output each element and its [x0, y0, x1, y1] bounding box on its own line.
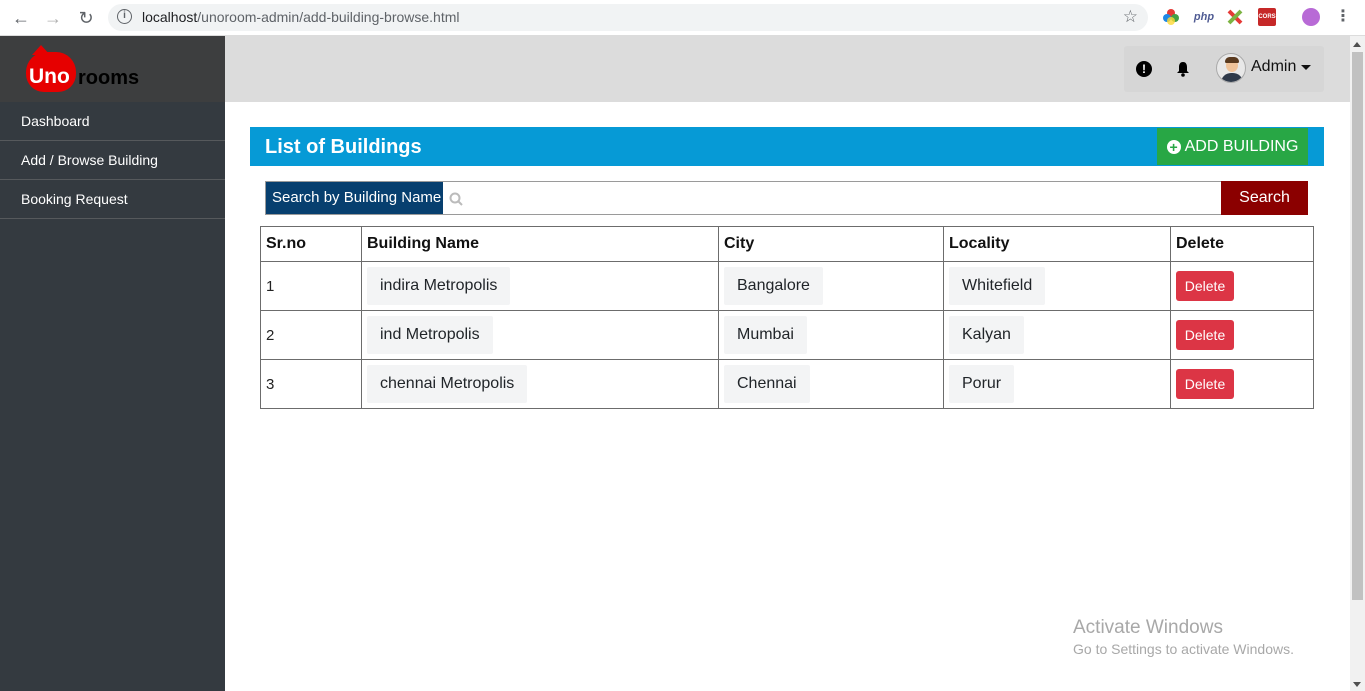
city-cell: Mumbai	[718, 310, 944, 360]
city-value: Chennai	[724, 365, 810, 403]
locality-cell: Kalyan	[943, 310, 1171, 360]
locality-cell: Porur	[943, 359, 1171, 409]
sidebar-item-add-browse-building[interactable]: Add / Browse Building	[0, 141, 225, 180]
srno-cell: 1	[260, 261, 362, 311]
cors-extension-icon[interactable]: CORS	[1258, 8, 1276, 26]
table-row: 1 indira Metropolis Bangalore Whitefield…	[260, 261, 1314, 311]
menu-kebab-icon[interactable]: ⋮	[1334, 8, 1352, 26]
brand-logo[interactable]: Uno rooms	[0, 36, 225, 102]
building-name-cell: indira Metropolis	[361, 261, 719, 311]
building-name-cell: ind Metropolis	[361, 310, 719, 360]
scroll-thumb[interactable]	[1352, 52, 1363, 600]
locality-value: Kalyan	[949, 316, 1024, 354]
building-name-value: indira Metropolis	[367, 267, 511, 305]
delete-button[interactable]: Delete	[1176, 271, 1234, 301]
city-cell: Bangalore	[718, 261, 944, 311]
profile-extension-icon[interactable]	[1302, 8, 1320, 26]
user-name-dropdown[interactable]: Admin	[1251, 58, 1296, 76]
scroll-down-arrow-icon[interactable]	[1353, 682, 1361, 687]
navbar-user-area: ! Admin	[1124, 46, 1324, 92]
add-building-label: ADD BUILDING	[1184, 138, 1299, 155]
buildings-table: Sr.no Building Name City Locality Delete…	[260, 226, 1314, 409]
table-header-row: Sr.no Building Name City Locality Delete	[260, 226, 1314, 262]
sidebar: Uno rooms Dashboard Add / Browse Buildin…	[0, 36, 225, 691]
page-scrollbar[interactable]	[1350, 36, 1365, 691]
building-name-cell: chennai Metropolis	[361, 359, 719, 409]
city-value: Bangalore	[724, 267, 823, 305]
table-row: 3 chennai Metropolis Chennai Porur Delet…	[260, 359, 1314, 409]
locality-cell: Whitefield	[943, 261, 1171, 311]
column-header-delete: Delete	[1170, 226, 1314, 262]
column-header-locality: Locality	[943, 226, 1171, 262]
forward-icon[interactable]: →	[42, 7, 64, 29]
panel-header: List of Buildings + ADD BUILDING	[250, 127, 1324, 166]
delete-button[interactable]: Delete	[1176, 369, 1234, 399]
building-name-value: chennai Metropolis	[367, 365, 528, 403]
locality-value: Porur	[949, 365, 1015, 403]
column-header-building-name: Building Name	[361, 226, 719, 262]
color-wheel-extension-icon[interactable]	[1162, 8, 1180, 26]
url-text[interactable]: localhost/unoroom-admin/add-building-bro…	[142, 9, 460, 25]
back-icon[interactable]: ←	[10, 7, 32, 29]
delete-cell: Delete	[1170, 310, 1314, 360]
locality-value: Whitefield	[949, 267, 1046, 305]
city-cell: Chennai	[718, 359, 944, 409]
brand-rooms: rooms	[78, 67, 140, 89]
avatar[interactable]	[1216, 53, 1246, 83]
address-bar[interactable]: i localhost/unoroom-admin/add-building-b…	[108, 4, 1148, 31]
delete-cell: Delete	[1170, 359, 1314, 409]
bookmark-star-icon[interactable]: ☆	[1123, 7, 1138, 27]
sidebar-item-dashboard[interactable]: Dashboard	[0, 102, 225, 141]
cross-tools-extension-icon[interactable]	[1226, 8, 1244, 26]
building-name-value: ind Metropolis	[367, 316, 493, 354]
search-button[interactable]: Search	[1221, 181, 1308, 215]
caret-down-icon[interactable]	[1301, 65, 1311, 70]
info-icon[interactable]: i	[117, 9, 132, 24]
search-icon	[449, 192, 463, 206]
search-input[interactable]	[466, 183, 1216, 213]
search-label: Search by Building Name	[266, 182, 443, 214]
srno-cell: 3	[260, 359, 362, 409]
srno-cell: 2	[260, 310, 362, 360]
add-building-button[interactable]: + ADD BUILDING	[1157, 128, 1308, 165]
reload-icon[interactable]: ↻	[75, 7, 97, 29]
delete-button[interactable]: Delete	[1176, 320, 1234, 350]
brand-uno: Uno	[29, 65, 70, 88]
table-row: 2 ind Metropolis Mumbai Kalyan Delete	[260, 310, 1314, 360]
delete-cell: Delete	[1170, 261, 1314, 311]
scroll-up-arrow-icon[interactable]	[1353, 42, 1361, 47]
php-extension-icon[interactable]: php	[1193, 8, 1215, 26]
city-value: Mumbai	[724, 316, 807, 354]
browser-toolbar: ← → ↻ i localhost/unoroom-admin/add-buil…	[0, 0, 1365, 36]
top-navbar: ! Admin	[225, 36, 1350, 102]
search-bar: Search by Building Name Search	[265, 181, 1308, 215]
page-title: List of Buildings	[265, 136, 422, 158]
bell-icon[interactable]	[1175, 61, 1191, 77]
column-header-city: City	[718, 226, 944, 262]
activate-windows-subtitle: Go to Settings to activate Windows.	[1073, 641, 1294, 657]
sidebar-item-booking-request[interactable]: Booking Request	[0, 180, 225, 219]
plus-circle-icon: +	[1166, 140, 1181, 154]
activate-windows-title: Activate Windows	[1073, 617, 1223, 638]
column-header-srno: Sr.no	[260, 226, 362, 262]
exclamation-circle-icon[interactable]: !	[1136, 61, 1152, 77]
